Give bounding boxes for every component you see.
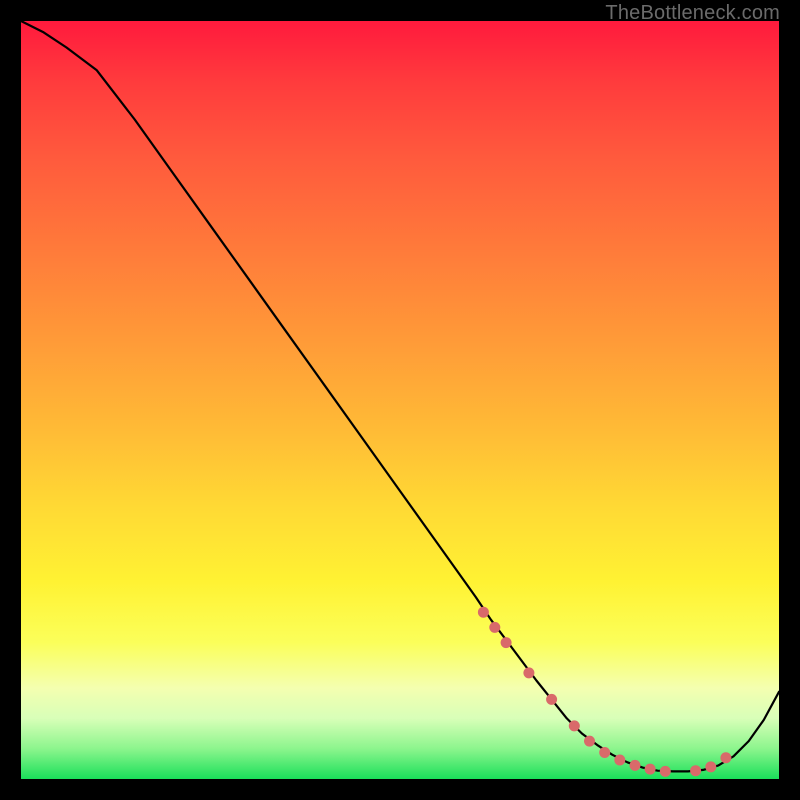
highlight-dot	[705, 761, 716, 772]
highlight-dot	[478, 607, 489, 618]
highlight-dot	[660, 766, 671, 777]
highlight-dots	[478, 607, 732, 777]
highlight-dot	[720, 752, 731, 763]
bottleneck-curve	[21, 21, 779, 771]
highlight-dot	[523, 667, 534, 678]
highlight-dot	[569, 720, 580, 731]
plot-area	[21, 21, 779, 779]
highlight-dot	[546, 694, 557, 705]
highlight-dot	[584, 736, 595, 747]
curve-group	[21, 21, 779, 771]
highlight-dot	[630, 760, 641, 771]
highlight-dot	[501, 637, 512, 648]
watermark-text: TheBottleneck.com	[605, 2, 780, 25]
chart-svg	[21, 21, 779, 779]
chart-frame: TheBottleneck.com	[0, 0, 800, 800]
highlight-dot	[599, 747, 610, 758]
highlight-dot	[690, 765, 701, 776]
highlight-dot	[489, 622, 500, 633]
highlight-dot	[645, 764, 656, 775]
highlight-dot	[614, 755, 625, 766]
